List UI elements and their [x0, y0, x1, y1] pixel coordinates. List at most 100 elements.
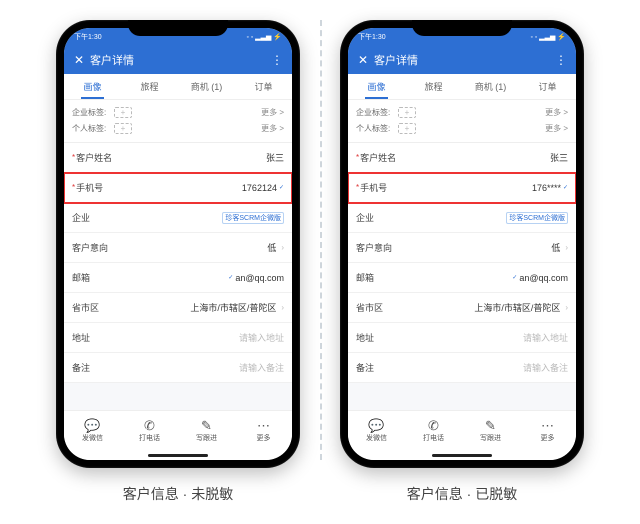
tab-opportunity[interactable]: 商机 (1) [462, 74, 519, 99]
edit-icon: ✎ [201, 419, 212, 433]
more-icon[interactable]: ⋮ [271, 53, 284, 67]
status-icons: ◦ ◦ ▂▃▅ ⚡ [530, 33, 566, 41]
dots-icon: ⋯ [257, 419, 270, 433]
page-title: 客户详情 [86, 52, 271, 68]
btn-call[interactable]: ✆打电话 [121, 411, 178, 450]
value-company: 珍客SCRM企微版 [506, 212, 568, 224]
follow-label: 写跟进 [196, 433, 217, 443]
comparison-stage: 下午1:30 ◦ ◦ ▂▃▅ ⚡ ✕ 客户详情 ⋮ 画像 旅程 商机 (1) 订… [0, 0, 640, 524]
pers-tag-row: 个人标签: + 更多 > [356, 120, 568, 136]
label-email: 邮箱 [72, 271, 90, 284]
row-phone[interactable]: * 手机号 176**** ✓ [348, 173, 576, 203]
label-company: 企业 [72, 211, 90, 224]
more-icon[interactable]: ⋮ [555, 53, 568, 67]
home-indicator [348, 450, 576, 460]
row-address[interactable]: 地址 请输入地址 [348, 323, 576, 353]
value-intent: 低 › [267, 241, 284, 254]
pers-tag-more[interactable]: 更多 > [545, 123, 568, 134]
phone-left-wrap: 下午1:30 ◦ ◦ ▂▃▅ ⚡ ✕ 客户详情 ⋮ 画像 旅程 商机 (1) 订… [56, 20, 300, 504]
close-icon[interactable]: ✕ [72, 53, 86, 67]
value-name: 张三 [550, 151, 568, 164]
row-phone[interactable]: * 手机号 1762124 ✓ [64, 173, 292, 203]
company-badge: 珍客SCRM企微版 [506, 212, 568, 224]
row-region[interactable]: 省市区 上海市/市辖区/普陀区 › [64, 293, 292, 323]
row-name[interactable]: * 客户姓名 张三 [348, 143, 576, 173]
tab-opportunity[interactable]: 商机 (1) [178, 74, 235, 99]
value-company: 珍客SCRM企微版 [222, 212, 284, 224]
bottom-bar: 💬发微信 ✆打电话 ✎写跟进 ⋯更多 [64, 410, 292, 450]
row-intent[interactable]: 客户意向 低 › [348, 233, 576, 263]
region-text: 上海市/市辖区/普陀区 [474, 301, 560, 314]
btn-more[interactable]: ⋯更多 [235, 411, 292, 450]
corp-tag-more[interactable]: 更多 > [261, 107, 284, 118]
wechat-icon: 💬 [84, 419, 100, 433]
row-remark[interactable]: 备注 请输入备注 [64, 353, 292, 383]
tab-journey[interactable]: 旅程 [405, 74, 462, 99]
more-label: 更多 [541, 433, 555, 443]
btn-more[interactable]: ⋯更多 [519, 411, 576, 450]
pers-tag-more[interactable]: 更多 > [261, 123, 284, 134]
row-email[interactable]: 邮箱 ✓ an@qq.com [64, 263, 292, 293]
value-email: ✓ an@qq.com [228, 273, 284, 283]
label-intent: 客户意向 [72, 241, 108, 254]
tab-order[interactable]: 订单 [235, 74, 292, 99]
chevron-right-icon: › [565, 303, 568, 312]
value-name: 张三 [266, 151, 284, 164]
row-address[interactable]: 地址 请输入地址 [64, 323, 292, 353]
row-company[interactable]: 企业 珍客SCRM企微版 [348, 203, 576, 233]
row-intent[interactable]: 客户意向 低 › [64, 233, 292, 263]
content-area: 企业标签: + 更多 > 个人标签: + 更多 > * [348, 100, 576, 410]
call-label: 打电话 [423, 433, 444, 443]
chevron-right-icon: › [565, 243, 568, 252]
req-star: * [356, 153, 359, 162]
btn-call[interactable]: ✆打电话 [405, 411, 462, 450]
intent-text: 低 [551, 241, 560, 254]
tab-profile[interactable]: 画像 [64, 74, 121, 99]
phone-frame-right: 下午1:30 ◦ ◦ ▂▃▅ ⚡ ✕ 客户详情 ⋮ 画像 旅程 商机 (1) 订… [340, 20, 584, 468]
add-pers-tag[interactable]: + [398, 123, 416, 134]
row-name[interactable]: * 客户姓名 张三 [64, 143, 292, 173]
tab-profile[interactable]: 画像 [348, 74, 405, 99]
phone-notch [412, 20, 512, 36]
corp-tag-row: 企业标签: + 更多 > [72, 104, 284, 120]
corp-tag-more[interactable]: 更多 > [545, 107, 568, 118]
title-bar: ✕ 客户详情 ⋮ [348, 46, 576, 74]
add-corp-tag[interactable]: + [114, 107, 132, 118]
btn-follow[interactable]: ✎写跟进 [178, 411, 235, 450]
bottom-bar: 💬发微信 ✆打电话 ✎写跟进 ⋯更多 [348, 410, 576, 450]
label-region: 省市区 [356, 301, 383, 314]
edit-icon: ✎ [485, 419, 496, 433]
phone-text: 176**** [532, 183, 561, 193]
req-star: * [72, 183, 75, 192]
label-remark: 备注 [356, 361, 374, 374]
region-text: 上海市/市辖区/普陀区 [190, 301, 276, 314]
tab-bar: 画像 旅程 商机 (1) 订单 [64, 74, 292, 100]
label-intent: 客户意向 [356, 241, 392, 254]
caption-right: 客户信息 · 已脱敏 [407, 484, 517, 504]
value-phone-masked: 176**** ✓ [532, 183, 568, 193]
add-corp-tag[interactable]: + [398, 107, 416, 118]
follow-label: 写跟进 [480, 433, 501, 443]
btn-wechat[interactable]: 💬发微信 [64, 411, 121, 450]
row-remark[interactable]: 备注 请输入备注 [348, 353, 576, 383]
verify-icon: ✓ [563, 184, 568, 191]
row-company[interactable]: 企业 珍客SCRM企微版 [64, 203, 292, 233]
close-icon[interactable]: ✕ [356, 53, 370, 67]
chevron-right-icon: › [281, 243, 284, 252]
add-pers-tag[interactable]: + [114, 123, 132, 134]
page-title: 客户详情 [370, 52, 555, 68]
company-badge: 珍客SCRM企微版 [222, 212, 284, 224]
label-address: 地址 [356, 331, 374, 344]
placeholder-remark: 请输入备注 [523, 361, 568, 374]
tab-order[interactable]: 订单 [519, 74, 576, 99]
intent-text: 低 [267, 241, 276, 254]
btn-follow[interactable]: ✎写跟进 [462, 411, 519, 450]
value-region: 上海市/市辖区/普陀区 › [190, 301, 284, 314]
phone-notch [128, 20, 228, 36]
btn-wechat[interactable]: 💬发微信 [348, 411, 405, 450]
value-intent: 低 › [551, 241, 568, 254]
row-region[interactable]: 省市区 上海市/市辖区/普陀区 › [348, 293, 576, 323]
phone-icon: ✆ [428, 419, 439, 433]
tab-journey[interactable]: 旅程 [121, 74, 178, 99]
row-email[interactable]: 邮箱 ✓ an@qq.com [348, 263, 576, 293]
